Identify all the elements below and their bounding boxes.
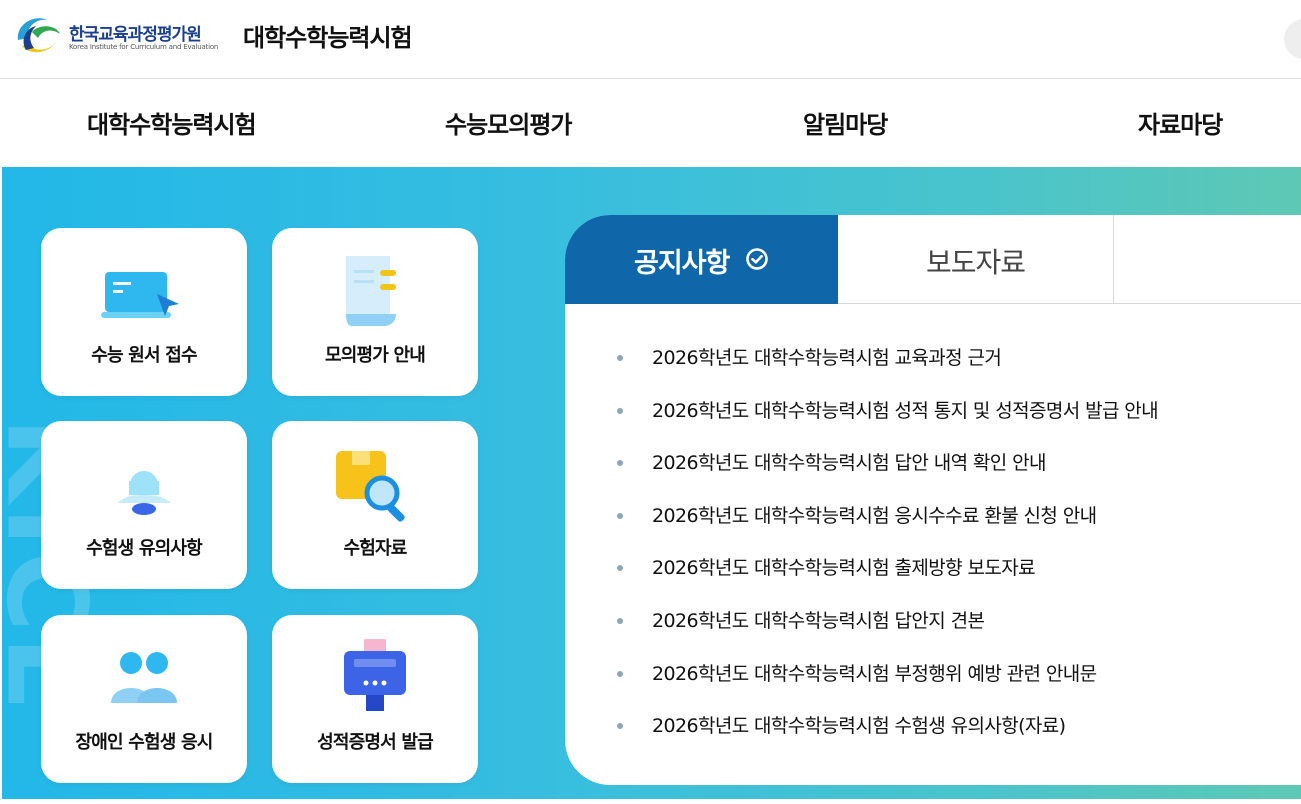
list-item[interactable]: 2026학년도 대학수학능력시험 수험생 유의사항(자료) (617, 711, 1301, 764)
list-item[interactable]: 2026학년도 대학수학능력시험 답안지 견본 (617, 606, 1301, 659)
notice-title[interactable]: 2026학년도 대학수학능력시험 부정행위 예방 관련 안내문 (652, 659, 1097, 686)
quick-link-exam-materials[interactable]: 수험자료 (272, 421, 478, 589)
notice-title[interactable]: 2026학년도 대학수학능력시험 응시수수료 환불 신청 안내 (652, 501, 1097, 528)
notice-title[interactable]: 2026학년도 대학수학능력시험 출제방향 보도자료 (652, 553, 1036, 580)
quick-link-label: 수험자료 (343, 538, 407, 559)
list-item[interactable]: 2026학년도 대학수학능력시험 교육과정 근거 (617, 343, 1301, 396)
nav-item-csat[interactable]: 대학수학능력시험 (87, 105, 257, 140)
bullet-icon (617, 670, 623, 677)
header-menu-button[interactable] (1284, 19, 1301, 59)
quick-link-label: 수능 원서 접수 (91, 345, 197, 366)
tab-notices[interactable]: 공지사항 (565, 215, 838, 304)
quick-link-disabled-candidates[interactable]: 장애인 수험생 응시 (41, 615, 247, 783)
box-search-icon (336, 451, 405, 522)
quick-link-label: 수험생 유의사항 (86, 538, 203, 559)
bullet-icon (617, 723, 623, 730)
tab-label: 보도자료 (925, 246, 1026, 279)
nav-item-mock-exam[interactable]: 수능모의평가 (445, 105, 572, 140)
site-title[interactable]: 대학수학능력시험 (243, 18, 413, 53)
bullet-icon (617, 512, 623, 519)
kice-logo[interactable]: 한국교육과정평가원 Korea Institute for Curriculum… (12, 10, 227, 62)
notice-title[interactable]: 2026학년도 대학수학능력시험 성적 통지 및 성적증명서 발급 안내 (652, 396, 1159, 423)
quick-link-precautions[interactable]: 수험생 유의사항 (41, 421, 247, 589)
list-item[interactable]: 2026학년도 대학수학능력시험 성적 통지 및 성적증명서 발급 안내 (617, 396, 1301, 449)
notice-list: 2026학년도 대학수학능력시험 교육과정 근거 2026학년도 대학수학능력시… (617, 343, 1301, 764)
bullet-icon (617, 355, 623, 361)
quick-link-label: 모의평가 안내 (324, 345, 426, 366)
page-bottom-edge (0, 799, 1301, 804)
notice-title[interactable]: 2026학년도 대학수학능력시험 교육과정 근거 (652, 343, 1002, 370)
quick-link-score-certificate[interactable]: 성적증명서 발급 (272, 615, 478, 783)
notice-panel: 공지사항 보도자료 2026학년도 대학수학능력시험 교육과정 근거 2026학… (565, 215, 1301, 785)
bullet-icon (617, 617, 623, 624)
quick-link-label: 장애인 수험생 응시 (75, 732, 213, 753)
list-item[interactable]: 2026학년도 대학수학능력시험 답안 내역 확인 안내 (617, 448, 1301, 501)
nav-item-resources[interactable]: 자료마당 (1138, 105, 1223, 140)
quick-link-label: 성적증명서 발급 (317, 732, 434, 753)
quick-link-application[interactable]: 수능 원서 접수 (41, 228, 247, 396)
people-icon (111, 652, 177, 703)
list-item[interactable]: 2026학년도 대학수학능력시험 응시수수료 환불 신청 안내 (617, 501, 1301, 554)
site-header: 한국교육과정평가원 Korea Institute for Curriculum… (0, 0, 1301, 79)
bullet-icon (617, 460, 623, 467)
laptop-icon (101, 272, 179, 318)
bullet-icon (617, 565, 623, 572)
quick-link-mock-exam[interactable]: 모의평가 안내 (272, 228, 478, 396)
org-name-korean: 한국교육과정평가원 (69, 25, 202, 45)
notice-title[interactable]: 2026학년도 대학수학능력시험 답안지 견본 (652, 606, 985, 633)
kiosk-icon (344, 639, 406, 711)
notice-title[interactable]: 2026학년도 대학수학능력시험 답안 내역 확인 안내 (652, 448, 1046, 475)
tab-press-releases[interactable]: 보도자료 (838, 215, 1114, 304)
notice-title[interactable]: 2026학년도 대학수학능력시험 수험생 유의사항(자료) (652, 711, 1066, 738)
notice-tabbar: 공지사항 보도자료 (565, 215, 1301, 304)
list-item[interactable]: 2026학년도 대학수학능력시험 출제방향 보도자료 (617, 553, 1301, 606)
org-name-english: Korea Institute for Curriculum and Evalu… (69, 43, 219, 51)
nav-item-notice-board[interactable]: 알림마당 (803, 105, 888, 140)
check-circle-icon (746, 248, 768, 270)
document-icon (346, 256, 396, 326)
list-item[interactable]: 2026학년도 대학수학능력시험 부정행위 예방 관련 안내문 (617, 659, 1301, 712)
bell-icon (117, 471, 171, 515)
kice-emblem-icon (17, 18, 60, 53)
tab-label: 공지사항 (634, 248, 730, 279)
bullet-icon (617, 407, 623, 414)
main-navigation: 대학수학능력시험 수능모의평가 알림마당 자료마당 (0, 79, 1301, 167)
